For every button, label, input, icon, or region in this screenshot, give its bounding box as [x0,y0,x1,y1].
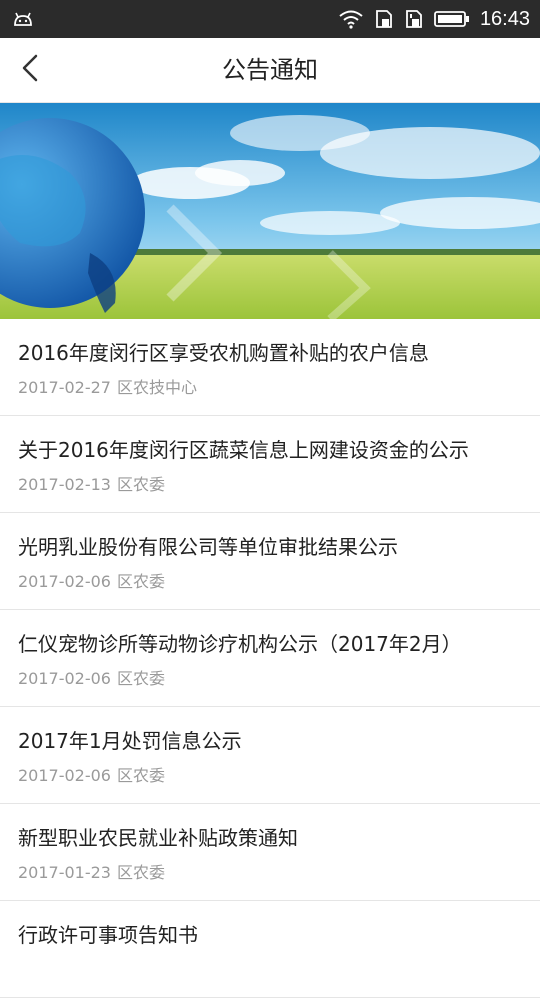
sim2-icon [404,9,424,29]
status-time: 16:43 [479,8,530,30]
notice-title: 关于2016年度闵行区蔬菜信息上网建设资金的公示 [18,438,469,462]
notice-meta: 2017-02-06 区农委 [18,765,165,787]
notice-source: 区农技中心 [116,378,197,397]
list-item[interactable]: 2016年度闵行区享受农机购置补贴的农户信息 2017-02-27 区农技中心 [0,319,540,416]
battery-icon [434,10,470,28]
app-header: 公告通知 [0,38,540,103]
list-item[interactable]: 行政许可事项告知书 [0,901,540,998]
list-item[interactable]: 光明乳业股份有限公司等单位审批结果公示 2017-02-06 区农委 [0,513,540,610]
notice-title: 仁仪宠物诊所等动物诊疗机构公示（2017年2月） [18,632,462,656]
status-icons: 16:43 [338,0,530,38]
notice-meta: 2017-02-27 区农技中心 [18,377,197,399]
notice-source: 区农委 [116,766,165,785]
notice-title: 2017年1月处罚信息公示 [18,729,242,753]
notice-date: 2017-02-06 [18,572,111,591]
list-item[interactable]: 2017年1月处罚信息公示 2017-02-06 区农委 [0,707,540,804]
notice-title: 新型职业农民就业补贴政策通知 [18,826,298,850]
notice-title: 2016年度闵行区享受农机购置补贴的农户信息 [18,341,429,365]
notice-source: 区农委 [116,863,165,882]
banner-image [0,103,540,319]
status-bar: 16:43 [0,0,540,38]
notice-date: 2017-01-23 [18,863,111,882]
list-item[interactable]: 新型职业农民就业补贴政策通知 2017-01-23 区农委 [0,804,540,901]
sim1-icon [374,9,394,29]
notice-date: 2017-02-27 [18,378,111,397]
notice-date: 2017-02-06 [18,766,111,785]
notice-meta: 2017-01-23 区农委 [18,862,165,884]
notice-date: 2017-02-06 [18,669,111,688]
page-title: 公告通知 [222,56,318,84]
list-item[interactable]: 仁仪宠物诊所等动物诊疗机构公示（2017年2月） 2017-02-06 区农委 [0,610,540,707]
notice-title: 行政许可事项告知书 [18,923,198,947]
notice-source: 区农委 [116,669,165,688]
notice-source: 区农委 [116,475,165,494]
notice-date: 2017-02-13 [18,475,111,494]
notice-title: 光明乳业股份有限公司等单位审批结果公示 [18,535,398,559]
notice-meta: 2017-02-13 区农委 [18,474,165,496]
notice-meta [18,959,24,981]
wifi-icon [338,9,364,29]
notice-meta: 2017-02-06 区农委 [18,668,165,690]
notice-list: 2016年度闵行区享受农机购置补贴的农户信息 2017-02-27 区农技中心 关… [0,319,540,998]
notice-meta: 2017-02-06 区农委 [18,571,165,593]
android-icon [12,10,34,28]
list-item[interactable]: 关于2016年度闵行区蔬菜信息上网建设资金的公示 2017-02-13 区农委 [0,416,540,513]
notice-source: 区农委 [116,572,165,591]
